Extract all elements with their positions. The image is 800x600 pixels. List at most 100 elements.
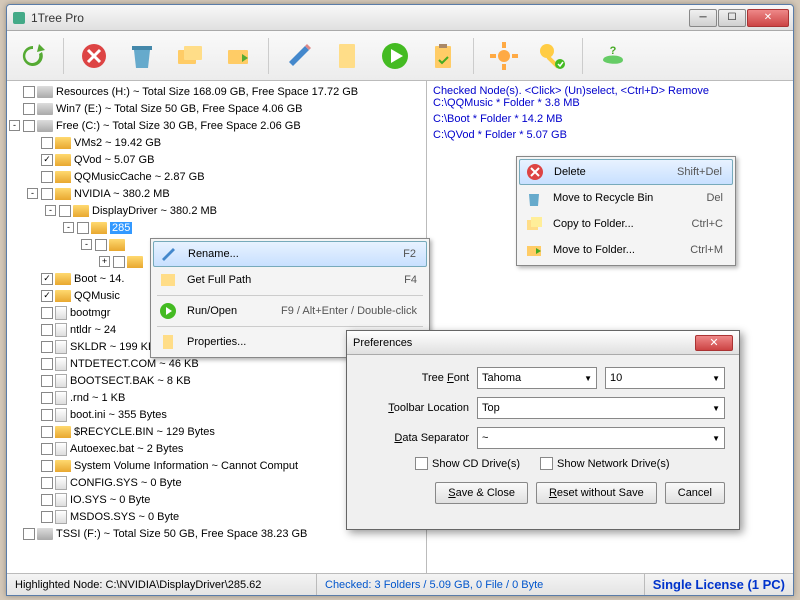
expand-icon[interactable]: - [81, 239, 92, 250]
tree-label: $RECYCLE.BIN ~ 129 Bytes [74, 426, 215, 438]
tree-row[interactable]: -Free (C:) ~ Total Size 30 GB, Free Spac… [7, 117, 426, 134]
checked-row[interactable]: C:\QVod * Folder * 5.07 GB [433, 129, 787, 145]
menu-item-copy-to-folder-[interactable]: Copy to Folder...Ctrl+C [519, 211, 733, 237]
drive-icon [37, 120, 53, 132]
checked-row[interactable]: C:\Boot * Folder * 14.2 MB [433, 113, 787, 129]
checkbox[interactable] [41, 375, 53, 387]
tree-label: NVIDIA ~ 380.2 MB [74, 188, 170, 200]
tree-row[interactable]: -DisplayDriver ~ 380.2 MB [7, 202, 426, 219]
checkbox[interactable] [41, 307, 53, 319]
checkbox[interactable] [113, 256, 125, 268]
menu-item-delete[interactable]: DeleteShift+Del [519, 159, 733, 185]
show-cd-checkbox[interactable]: Show CD Drive(s) [415, 457, 520, 470]
folder-icon [109, 239, 125, 251]
checkbox[interactable] [41, 443, 53, 455]
tree-row[interactable]: -285 [7, 219, 426, 236]
data-separator-label: Data Separator [361, 432, 469, 444]
recycle-bin-button[interactable] [122, 36, 162, 76]
folder-icon [55, 273, 71, 285]
tree-row[interactable]: Win7 (E:) ~ Total Size 50 GB, Free Space… [7, 100, 426, 117]
checkbox[interactable] [41, 426, 53, 438]
rename-button[interactable] [279, 36, 319, 76]
run-button[interactable] [375, 36, 415, 76]
checkbox[interactable] [95, 239, 107, 251]
checked-row[interactable]: C:\QQMusic * Folder * 3.8 MB [433, 97, 787, 113]
tree-label: System Volume Information ~ Cannot Compu… [74, 460, 298, 472]
menu-item-move-to-folder-[interactable]: Move to Folder...Ctrl+M [519, 237, 733, 263]
expand-icon[interactable]: - [27, 188, 38, 199]
license-button[interactable] [532, 36, 572, 76]
file-icon [55, 323, 67, 337]
checkbox[interactable] [41, 477, 53, 489]
delete-button[interactable] [74, 36, 114, 76]
checkbox[interactable] [23, 86, 35, 98]
folder-icon [55, 154, 71, 166]
drive-icon [37, 103, 53, 115]
checkbox[interactable] [41, 511, 53, 523]
expand-icon[interactable]: - [45, 205, 56, 216]
tree-row[interactable]: QQMusicCache ~ 2.87 GB [7, 168, 426, 185]
move-folder-button[interactable] [218, 36, 258, 76]
refresh-button[interactable] [13, 36, 53, 76]
menu-item-move-to-recycle-bin[interactable]: Move to Recycle BinDel [519, 185, 733, 211]
show-network-checkbox[interactable]: Show Network Drive(s) [540, 457, 669, 470]
reset-button[interactable]: Reset without Save [536, 482, 657, 504]
checkbox[interactable] [41, 324, 53, 336]
status-license[interactable]: Single License (1 PC) [645, 574, 793, 595]
checkbox[interactable] [41, 341, 53, 353]
checkbox[interactable] [23, 528, 35, 540]
checkbox[interactable]: ✓ [41, 273, 53, 285]
file-icon [55, 374, 67, 388]
copy-folder-button[interactable] [170, 36, 210, 76]
toolbar-location-label: Toolbar Location [361, 402, 469, 414]
checkbox[interactable]: ✓ [41, 154, 53, 166]
menu-item-run-open[interactable]: Run/OpenF9 / Alt+Enter / Double-click [153, 298, 427, 324]
tree-row[interactable]: ✓QVod ~ 5.07 GB [7, 151, 426, 168]
checkbox[interactable] [41, 409, 53, 421]
tree-row[interactable]: Resources (H:) ~ Total Size 168.09 GB, F… [7, 83, 426, 100]
preferences-titlebar: Preferences ✕ [347, 331, 739, 355]
checkbox[interactable] [41, 392, 53, 404]
titlebar: 1Tree Pro ─ ☐ ✕ [7, 5, 793, 31]
folder-icon [55, 171, 71, 183]
checkbox[interactable] [41, 358, 53, 370]
toolbar-location-select[interactable]: Top▼ [477, 397, 725, 419]
expand-icon[interactable]: + [99, 256, 110, 267]
maximize-button[interactable]: ☐ [718, 9, 746, 27]
checkbox[interactable] [41, 460, 53, 472]
menu-item-rename-[interactable]: Rename...F2 [153, 241, 427, 267]
tree-row[interactable]: - NVIDIA ~ 380.2 MB [7, 185, 426, 202]
status-checked: Checked: 3 Folders / 5.09 GB, 0 File / 0… [317, 574, 645, 595]
folder-icon [55, 188, 71, 200]
file-icon [55, 442, 67, 456]
checkbox[interactable] [59, 205, 71, 217]
checkbox[interactable]: ✓ [41, 290, 53, 302]
checkbox[interactable] [23, 103, 35, 115]
preferences-close-button[interactable]: ✕ [695, 335, 733, 351]
file-icon [55, 510, 67, 524]
help-button[interactable]: ? [593, 36, 633, 76]
tree-font-size-select[interactable]: 10▼ [605, 367, 725, 389]
expand-icon[interactable]: - [9, 120, 20, 131]
save-close-button[interactable]: Save & Close [435, 482, 528, 504]
checkbox[interactable] [23, 120, 35, 132]
cancel-button[interactable]: Cancel [665, 482, 725, 504]
checkbox[interactable] [41, 137, 53, 149]
menu-item-get-full-path[interactable]: Get Full PathF4 [153, 267, 427, 293]
run-icon [157, 300, 179, 322]
checkbox[interactable] [41, 171, 53, 183]
checkbox[interactable] [41, 494, 53, 506]
settings-button[interactable] [484, 36, 524, 76]
properties-button[interactable] [327, 36, 367, 76]
clipboard-button[interactable] [423, 36, 463, 76]
window-title: 1Tree Pro [31, 11, 689, 25]
checkbox[interactable] [41, 188, 53, 200]
close-button[interactable]: ✕ [747, 9, 789, 27]
minimize-button[interactable]: ─ [689, 9, 717, 27]
data-separator-select[interactable]: ~▼ [477, 427, 725, 449]
tree-row[interactable]: VMs2 ~ 19.42 GB [7, 134, 426, 151]
tree-font-select[interactable]: Tahoma▼ [477, 367, 597, 389]
checkbox[interactable] [77, 222, 89, 234]
folder-icon [55, 137, 71, 149]
expand-icon[interactable]: - [63, 222, 74, 233]
